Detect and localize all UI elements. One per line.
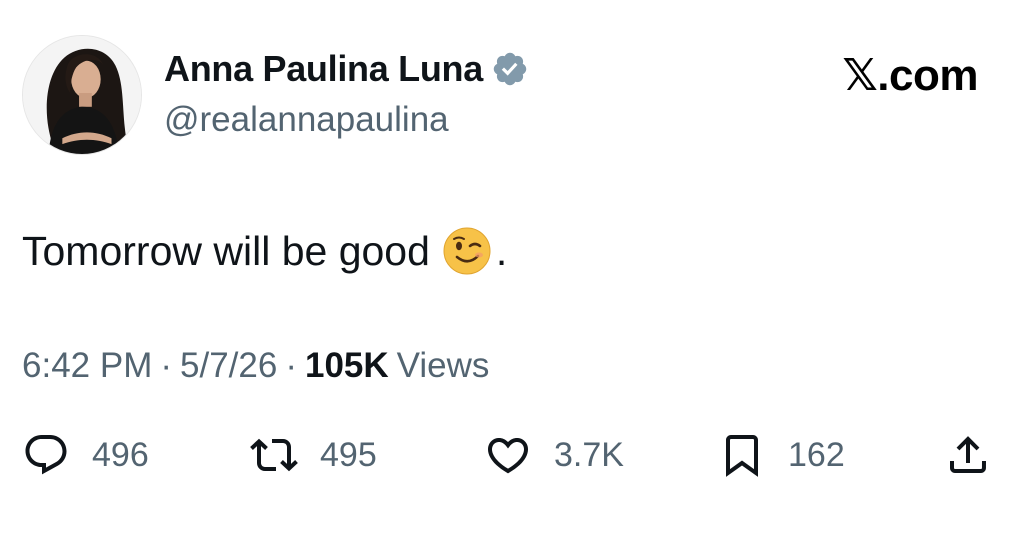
reply-icon — [22, 431, 70, 479]
profile-photo — [23, 36, 141, 154]
action-bar: 496 495 3.7K 162 — [22, 425, 1002, 485]
tweet-trailing-punctuation: . — [495, 227, 508, 274]
reply-count: 496 — [92, 435, 149, 474]
author-handle[interactable]: @realannapaulina — [164, 100, 449, 140]
bookmark-count: 162 — [788, 435, 845, 474]
retweet-icon — [250, 431, 298, 479]
meta-separator: · — [160, 346, 173, 385]
tweet-text: Tomorrow will be good . — [22, 226, 507, 276]
views-label: Views — [396, 346, 490, 385]
avatar[interactable] — [22, 35, 142, 155]
author-display-name[interactable]: Anna Paulina Luna — [164, 48, 483, 90]
tweet-meta: 6:42 PM · 5/7/26 · 105K Views — [22, 346, 489, 386]
verified-badge-icon[interactable] — [491, 50, 529, 88]
bookmark-button[interactable]: 162 — [718, 425, 845, 485]
bookmark-icon — [718, 431, 766, 479]
tweet-date[interactable]: 5/7/26 — [180, 346, 277, 386]
retweet-count: 495 — [320, 435, 377, 474]
like-button[interactable]: 3.7K — [484, 425, 624, 485]
views-count: 105K — [304, 346, 389, 385]
share-icon — [944, 431, 992, 479]
author-name-row: Anna Paulina Luna — [164, 48, 529, 90]
share-button[interactable] — [944, 425, 992, 485]
like-count: 3.7K — [554, 435, 624, 474]
heart-icon — [484, 431, 532, 479]
winking-face-emoji-icon — [442, 226, 492, 276]
reply-button[interactable]: 496 — [22, 425, 149, 485]
retweet-button[interactable]: 495 — [250, 425, 377, 485]
brand-label: 𝕏.com — [842, 51, 978, 100]
meta-separator: · — [285, 346, 297, 385]
tweet-time[interactable]: 6:42 PM — [22, 346, 152, 386]
tweet-body: Tomorrow will be good — [22, 227, 430, 274]
